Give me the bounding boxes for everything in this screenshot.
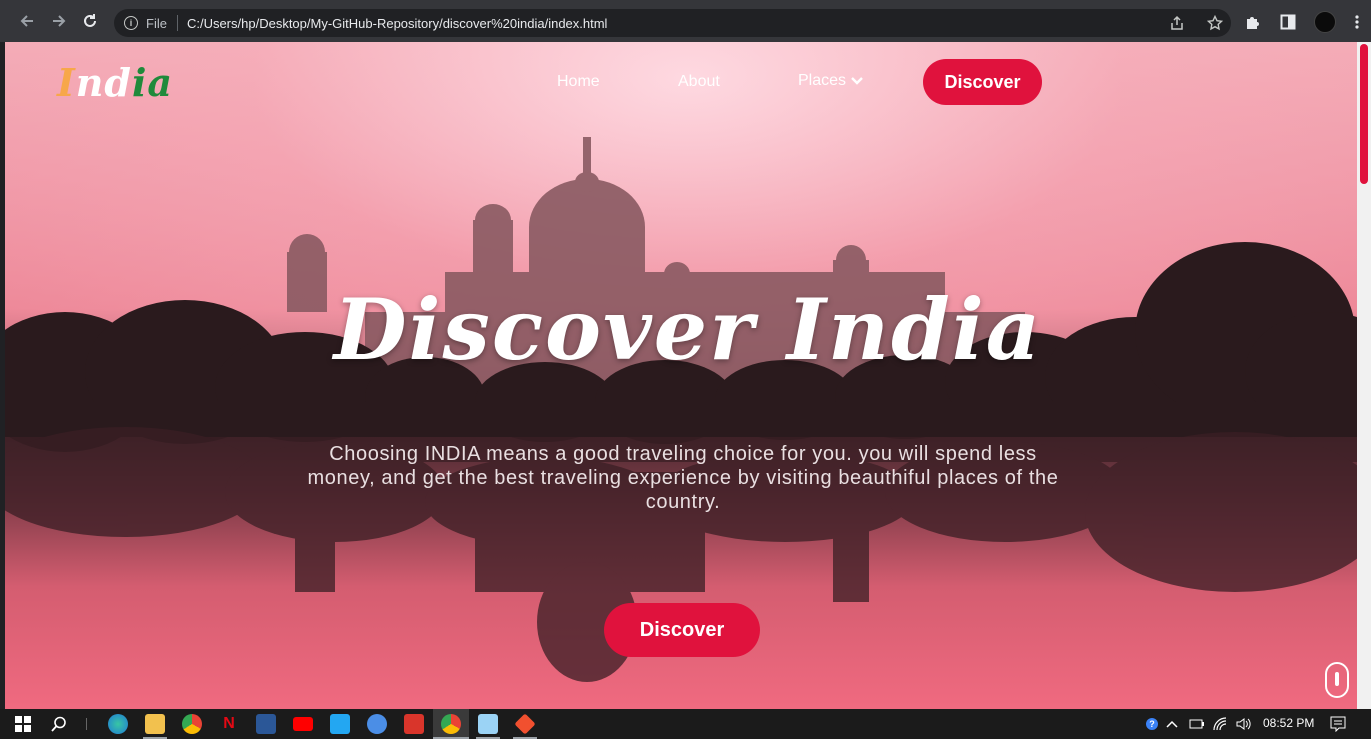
browser-toolbar: i File C:/Users/hp/Desktop/My-GitHub-Rep…: [0, 0, 1371, 42]
help-icon[interactable]: ?: [1146, 718, 1158, 730]
share-icon[interactable]: [1169, 15, 1185, 31]
scroll-mouse-icon[interactable]: [1325, 662, 1349, 698]
profile-avatar[interactable]: [1314, 11, 1336, 33]
reload-icon[interactable]: [80, 11, 100, 31]
chevron-down-icon: [851, 77, 863, 85]
brand-letters-green: ia: [131, 60, 174, 105]
wifi-icon[interactable]: [1213, 717, 1227, 731]
nav-places-label: Places: [798, 72, 847, 89]
page-scrollbar[interactable]: [1357, 42, 1371, 709]
youtube-icon[interactable]: [293, 717, 313, 731]
file-explorer-icon[interactable]: [145, 714, 165, 734]
nav-places[interactable]: Places: [798, 72, 864, 90]
info-icon[interactable]: i: [124, 16, 138, 30]
scroll-wheel: [1335, 672, 1339, 686]
brand-logo[interactable]: India: [57, 60, 173, 105]
clock-time[interactable]: 08:52 PM: [1263, 716, 1314, 730]
netflix-icon[interactable]: N: [219, 714, 239, 734]
extensions-puzzle-icon[interactable]: [1244, 13, 1262, 31]
separator: [176, 15, 178, 31]
hero-description: Choosing INDIA means a good traveling ch…: [307, 443, 1059, 513]
nav-home[interactable]: Home: [557, 73, 600, 91]
pdf-icon[interactable]: [404, 714, 424, 734]
address-bar[interactable]: i File C:/Users/hp/Desktop/My-GitHub-Rep…: [114, 9, 1231, 37]
volume-icon[interactable]: [1236, 717, 1252, 731]
chrome-icon[interactable]: [182, 714, 202, 734]
kebab-menu-icon[interactable]: [1354, 14, 1360, 30]
notifications-icon[interactable]: [1330, 716, 1346, 732]
vscode-icon[interactable]: [330, 714, 350, 734]
windows-start-icon[interactable]: [15, 716, 31, 732]
back-arrow-icon[interactable]: [17, 11, 37, 31]
battery-icon[interactable]: [1189, 719, 1205, 729]
bookmark-star-icon[interactable]: [1207, 15, 1223, 31]
hero-title: Discover India: [333, 280, 1043, 379]
web-page: India Home About Places Discover Discove…: [5, 42, 1371, 709]
brand-letters-white: nd: [75, 60, 132, 105]
notepad-icon[interactable]: [478, 714, 498, 734]
chevron-up-icon[interactable]: [1166, 719, 1178, 729]
file-label: File: [146, 15, 167, 31]
edge-icon[interactable]: [108, 714, 128, 734]
forward-arrow-icon[interactable]: [49, 11, 69, 31]
hero-discover-button[interactable]: Discover: [604, 603, 760, 657]
scrollbar-thumb[interactable]: [1360, 44, 1368, 184]
side-panel-icon[interactable]: [1280, 14, 1296, 30]
search-icon[interactable]: [51, 716, 67, 732]
taskbar-divider: [86, 718, 87, 730]
windows-taskbar: N ? 08:52 PM: [0, 709, 1371, 739]
app-icon[interactable]: [367, 714, 387, 734]
git-icon[interactable]: [514, 713, 536, 735]
calculator-icon[interactable]: [256, 714, 276, 734]
url-text[interactable]: C:/Users/hp/Desktop/My-GitHub-Repository…: [187, 16, 608, 31]
chrome-icon[interactable]: [441, 714, 461, 734]
nav-about[interactable]: About: [678, 73, 720, 91]
brand-letters-saffron: I: [57, 60, 76, 105]
nav-discover-button[interactable]: Discover: [923, 59, 1042, 105]
